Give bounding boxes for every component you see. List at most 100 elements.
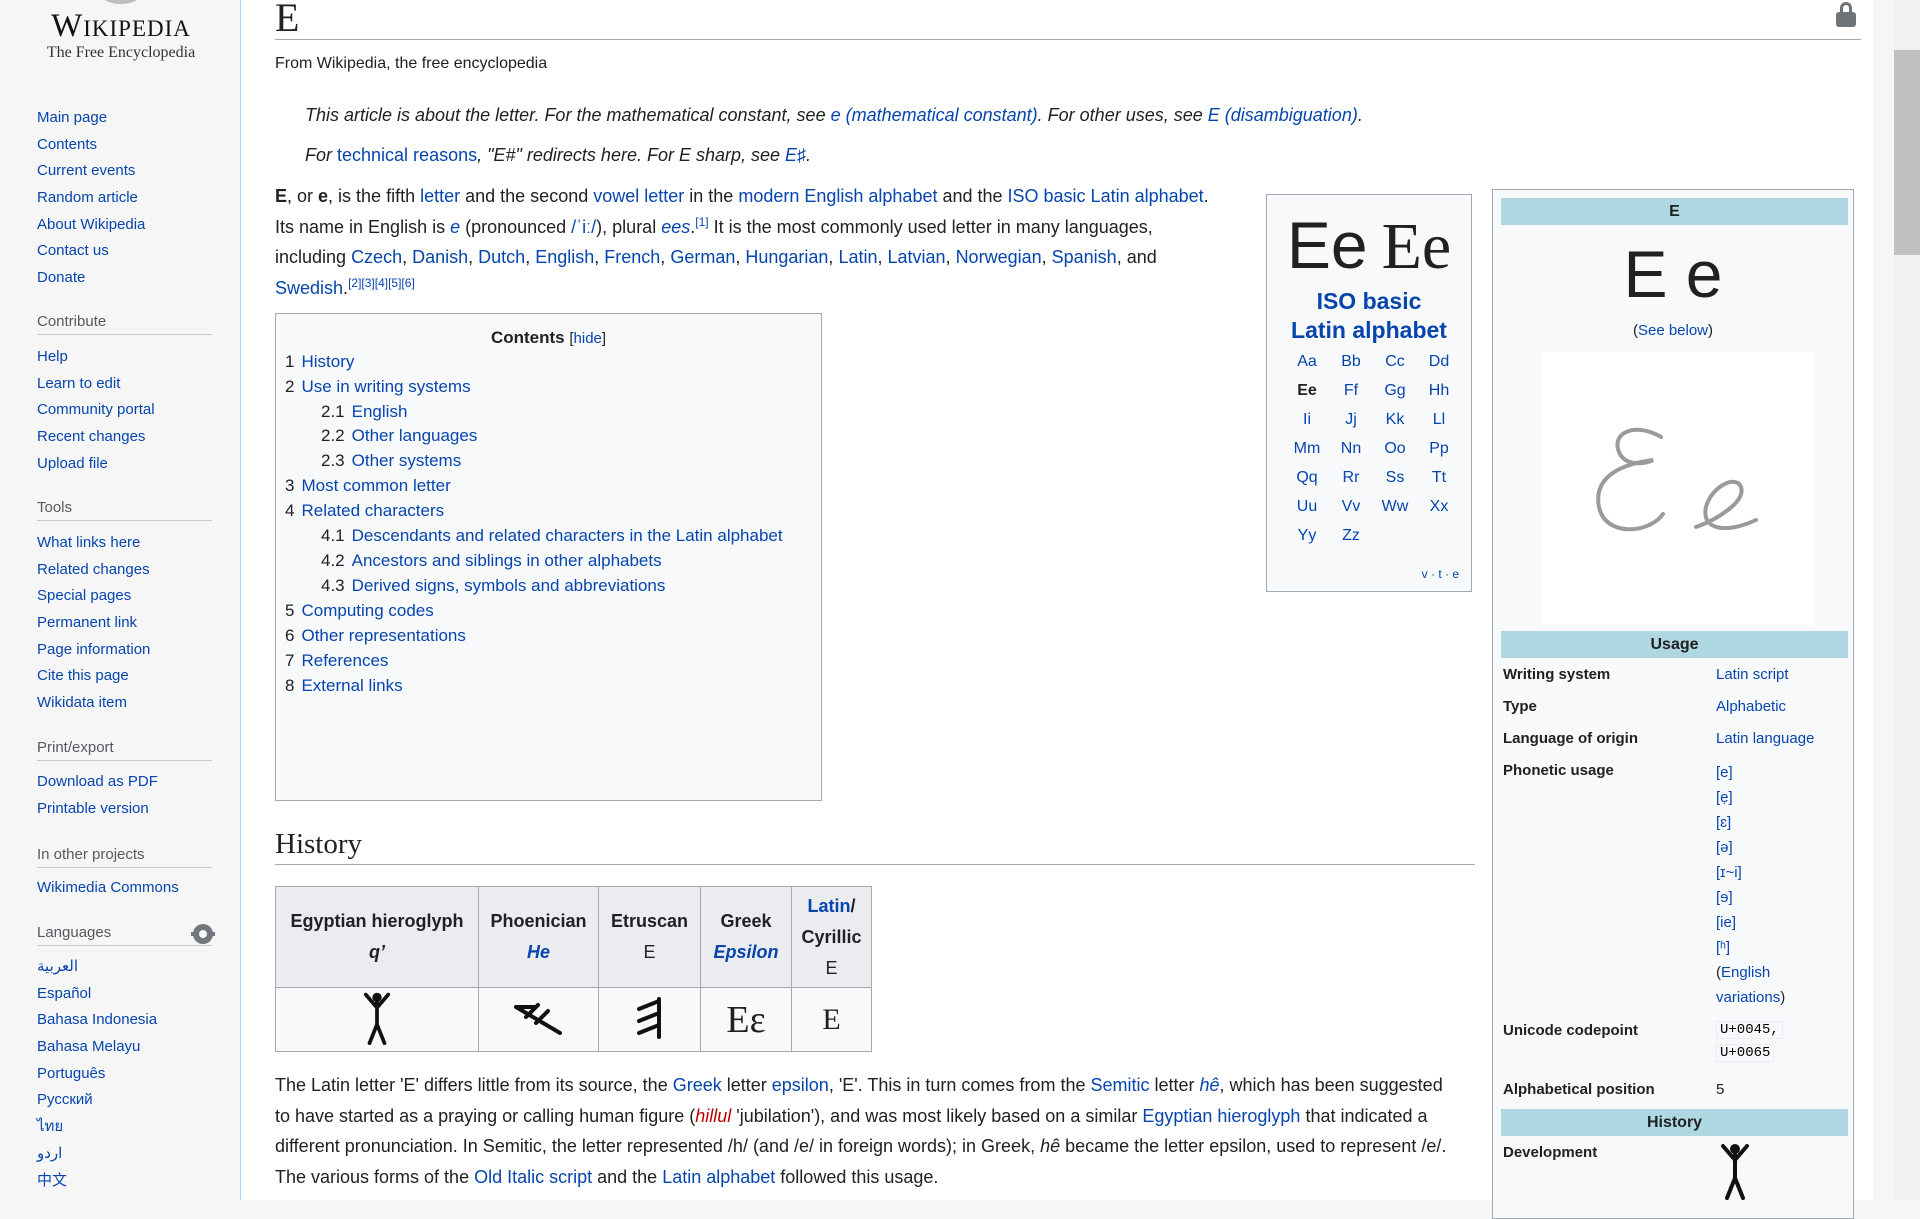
link-language[interactable]: English [535, 247, 594, 267]
red-link[interactable]: hillul [695, 1106, 731, 1126]
link-language[interactable]: Swedish [275, 278, 343, 298]
language-link[interactable]: Bahasa Melayu [37, 1038, 140, 1055]
link-ees[interactable]: ees [661, 217, 690, 237]
sidebar-link[interactable]: Community portal [37, 401, 155, 418]
hatnote-link[interactable]: E (disambiguation) [1208, 105, 1358, 125]
link-old-italic-script[interactable]: Old Italic script [474, 1167, 592, 1187]
link-language[interactable]: Dutch [478, 247, 525, 267]
link-ipa[interactable]: /ˈiː/ [571, 217, 596, 237]
phonetic-link[interactable]: English [1721, 964, 1770, 981]
gear-icon[interactable] [193, 924, 213, 944]
link-language[interactable]: Norwegian [956, 247, 1042, 267]
sidebar-item-printable-version[interactable]: Printable version [37, 796, 215, 823]
hatnote-link[interactable]: E♯ [785, 145, 806, 165]
language-link[interactable]: Русский [37, 1091, 93, 1108]
letter-link[interactable]: Pp [1417, 440, 1461, 458]
letter-link[interactable]: Gg [1373, 382, 1417, 400]
toc-hide-button[interactable]: hide [574, 330, 602, 347]
sidebar-item-contents[interactable]: Contents [37, 132, 215, 159]
sidebar-item-permanent-link[interactable]: Permanent link [37, 610, 215, 637]
sidebar-item-current-events[interactable]: Current events [37, 158, 215, 185]
infobox-value-link[interactable]: Latin language [1716, 730, 1814, 747]
sidebar-link[interactable]: Wikidata item [37, 694, 127, 711]
sidebar-link[interactable]: Contact us [37, 242, 109, 259]
sidebar-item-language[interactable]: Português [37, 1061, 215, 1088]
sidebar-item-language[interactable]: Bahasa Melayu [37, 1034, 215, 1061]
sidebar-item-language[interactable]: Русский [37, 1087, 215, 1114]
toc-link[interactable]: Other representations [301, 626, 465, 645]
header-link[interactable]: He [527, 942, 550, 962]
letter-link[interactable]: Kk [1373, 411, 1417, 429]
vertical-scrollbar[interactable] [1894, 0, 1920, 1200]
link-language[interactable]: Spanish [1052, 247, 1117, 267]
hieroglyph-development-icon[interactable] [1717, 1140, 1753, 1205]
letter-link[interactable]: Yy [1285, 527, 1329, 545]
letter-link[interactable]: Dd [1417, 353, 1461, 371]
sidebar-link[interactable]: Learn to edit [37, 375, 120, 392]
language-link[interactable]: اردو [37, 1145, 62, 1162]
link-epsilon[interactable]: epsilon [772, 1075, 829, 1095]
infobox-value-link[interactable]: Alphabetic [1716, 698, 1786, 715]
phonetic-link[interactable]: variations [1716, 989, 1780, 1006]
phonetic-link[interactable]: [ie] [1716, 914, 1736, 931]
toc-item[interactable]: 8 External links [285, 676, 403, 696]
sidebar-link[interactable]: Contents [37, 136, 97, 153]
sidebar-item-download-pdf[interactable]: Download as PDF [37, 769, 215, 796]
sidebar-item-related-changes[interactable]: Related changes [37, 557, 215, 584]
egyptian-hieroglyph-icon[interactable] [359, 989, 395, 1045]
navbox-title-line[interactable]: ISO basic [1267, 287, 1471, 316]
sidebar-item-community-portal[interactable]: Community portal [37, 397, 215, 424]
lock-icon[interactable] [1835, 2, 1857, 27]
reference-links[interactable]: [2][3][4][5][6] [348, 276, 415, 290]
sidebar-item-main-page[interactable]: Main page [37, 105, 215, 132]
link-iso-basic-latin[interactable]: ISO basic Latin alphabet [1008, 186, 1204, 206]
phonetic-link[interactable]: [ɪ~i] [1716, 864, 1742, 881]
link-modern-english-alphabet[interactable]: modern English alphabet [738, 186, 937, 206]
sidebar-item-donate[interactable]: Donate [37, 265, 215, 292]
see-below-link[interactable]: See below [1638, 322, 1708, 339]
toc-link[interactable]: Other languages [352, 426, 478, 445]
link-language[interactable]: Latin [838, 247, 877, 267]
sidebar-item-about[interactable]: About Wikipedia [37, 212, 215, 239]
toc-item[interactable]: 4.2 Ancestors and siblings in other alpha… [321, 551, 662, 571]
toc-link[interactable]: Ancestors and siblings in other alphabet… [352, 551, 662, 570]
link-language[interactable]: German [670, 247, 735, 267]
sidebar-item-language[interactable]: اردو [37, 1141, 215, 1168]
phonetic-link[interactable]: [ɘ] [1716, 889, 1733, 906]
sidebar-link[interactable]: Special pages [37, 587, 131, 604]
toc-link[interactable]: Related characters [301, 501, 444, 520]
letter-link[interactable]: Aa [1285, 353, 1329, 371]
sidebar-link[interactable]: Wikimedia Commons [37, 879, 179, 896]
letter-link[interactable]: Nn [1329, 440, 1373, 458]
sidebar-item-recent-changes[interactable]: Recent changes [37, 424, 215, 451]
wikipedia-logo[interactable]: Wikipedia The Free Encyclopedia [36, 0, 206, 70]
toc-item[interactable]: 4.1 Descendants and related characters in… [321, 526, 783, 546]
cursive-e-image[interactable] [1541, 352, 1814, 625]
toc-link[interactable]: Other systems [352, 451, 462, 470]
letter-link[interactable]: Rr [1329, 469, 1373, 487]
navbox-title[interactable]: ISO basic Latin alphabet [1267, 287, 1471, 345]
letter-link[interactable]: Oo [1373, 440, 1417, 458]
sidebar-item-wikimedia-commons[interactable]: Wikimedia Commons [37, 875, 215, 902]
letter-link[interactable]: Ww [1373, 498, 1417, 516]
scrollbar-thumb[interactable] [1894, 50, 1920, 255]
link-he[interactable]: hê [1200, 1075, 1220, 1095]
sidebar-link[interactable]: Recent changes [37, 428, 145, 445]
infobox-value-link[interactable]: Latin script [1716, 666, 1789, 683]
language-link[interactable]: العربية [37, 958, 78, 975]
link-language[interactable]: Latvian [888, 247, 946, 267]
toc-link[interactable]: Computing codes [301, 601, 433, 620]
letter-link[interactable]: Mm [1285, 440, 1329, 458]
toc-link[interactable]: External links [301, 676, 402, 695]
sidebar-link[interactable]: Current events [37, 162, 135, 179]
toc-item[interactable]: 2.1 English [321, 402, 407, 422]
toc-item[interactable]: 4.3 Derived signs, symbols and abbreviati… [321, 576, 665, 596]
letter-link[interactable]: Ii [1285, 411, 1329, 429]
sidebar-item-contact[interactable]: Contact us [37, 238, 215, 265]
letter-link[interactable]: Cc [1373, 353, 1417, 371]
phonetic-link[interactable]: [ɛ] [1716, 814, 1731, 831]
sidebar-item-language[interactable]: Bahasa Indonesia [37, 1007, 215, 1034]
sidebar-item-language[interactable]: 中文 [37, 1168, 215, 1195]
letter-link[interactable]: Uu [1285, 498, 1329, 516]
phoenician-he-icon[interactable] [512, 997, 566, 1037]
